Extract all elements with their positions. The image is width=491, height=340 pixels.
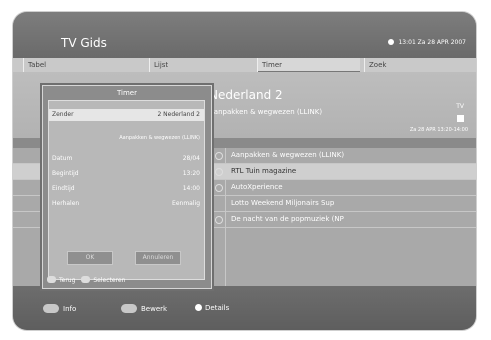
dialog-programme: Aanpakken & wegwezen (LLINK) — [119, 135, 200, 141]
title-bar: TV Gids 13:01 Za 28 APR 2007 — [13, 12, 476, 58]
field-label: Datum — [52, 155, 73, 162]
tab-lijst[interactable]: Lijst — [149, 58, 254, 72]
list-item-label: De nacht van de popmuziek (NP — [231, 215, 344, 223]
back-key-label: Terug — [59, 277, 76, 284]
clock-icon — [388, 39, 395, 45]
record-icon — [457, 115, 464, 122]
zender-label: Zender — [52, 111, 74, 118]
tab-tabel[interactable]: Tabel — [23, 58, 148, 72]
field-value: 28/04 — [182, 155, 200, 162]
select-key-icon — [81, 276, 91, 283]
datum-field[interactable]: Datum 28/04 — [49, 153, 204, 165]
eindtijd-field[interactable]: Eindtijd 14:00 — [49, 183, 204, 195]
info-button[interactable]: Info — [43, 304, 76, 313]
details-label: Details — [205, 304, 230, 312]
edit-label: Bewerk — [141, 305, 168, 313]
edit-button[interactable]: Bewerk — [121, 304, 167, 313]
field-value: 14:00 — [182, 185, 200, 192]
dialog-body: Zender 2 Nederland 2 Aanpakken & wegweze… — [48, 100, 205, 280]
app-title: TV Gids — [61, 36, 107, 50]
tab-zoek[interactable]: Zoek — [364, 58, 469, 72]
info-label: Info — [63, 305, 77, 313]
begintijd-field[interactable]: Begintijd 13:20 — [49, 168, 204, 180]
clock: 13:01 Za 28 APR 2007 — [388, 39, 466, 46]
field-label: Begintijd — [52, 170, 79, 177]
clock-icon — [215, 152, 223, 160]
clock-text: 13:01 Za 28 APR 2007 — [398, 39, 466, 46]
ok-button[interactable]: OK — [67, 251, 113, 265]
list-item-label: Aanpakken & wegwezen (LLINK) — [231, 151, 345, 159]
back-key-icon — [47, 276, 56, 283]
edit-key-icon — [121, 304, 137, 313]
info-key-icon — [43, 304, 59, 313]
zender-value: 2 Nederland 2 — [157, 111, 200, 118]
dialog-title: Timer — [116, 89, 137, 97]
cancel-button[interactable]: Annuleren — [135, 251, 181, 265]
field-label: Eindtijd — [52, 185, 75, 192]
list-item-label: Lotto Weekend Miljonairs Sup — [231, 199, 335, 207]
timer-dialog: Timer Zender 2 Nederland 2 Aanpakken & w… — [42, 85, 212, 289]
details-button[interactable]: Details — [195, 304, 229, 312]
field-value: 13:20 — [182, 170, 200, 177]
clock-icon — [215, 216, 223, 224]
details-key-icon — [195, 304, 202, 311]
field-label: Herhalen — [52, 200, 80, 207]
programme-datetime: Za 28 APR 13:20-14:00 — [409, 127, 468, 133]
tab-bar: Tabel Lijst Timer Zoek — [13, 58, 476, 72]
field-value: Eenmalig — [172, 200, 200, 207]
programme-name: Aanpakken & wegwezen (LLINK) — [209, 108, 323, 116]
herhalen-field[interactable]: Herhalen Eenmalig — [49, 198, 204, 210]
tv-badge: TV — [456, 103, 464, 110]
list-item-label: RTL Tuin magazine — [231, 167, 297, 175]
list-item-label: AutoXperience — [231, 183, 283, 191]
footer-bar: Info Bewerk Details — [13, 286, 476, 330]
clock-icon — [215, 168, 223, 176]
zender-field[interactable]: Zender 2 Nederland 2 — [49, 109, 204, 121]
dialog-footer: Terug Selecteren — [43, 276, 211, 288]
channel-name: Nederland 2 — [209, 88, 283, 102]
clock-icon — [215, 184, 223, 192]
tab-timer[interactable]: Timer — [257, 58, 360, 72]
select-key-label: Selecteren — [93, 277, 126, 284]
tv-screen: TV Gids 13:01 Za 28 APR 2007 Tabel Lijst… — [13, 12, 476, 330]
